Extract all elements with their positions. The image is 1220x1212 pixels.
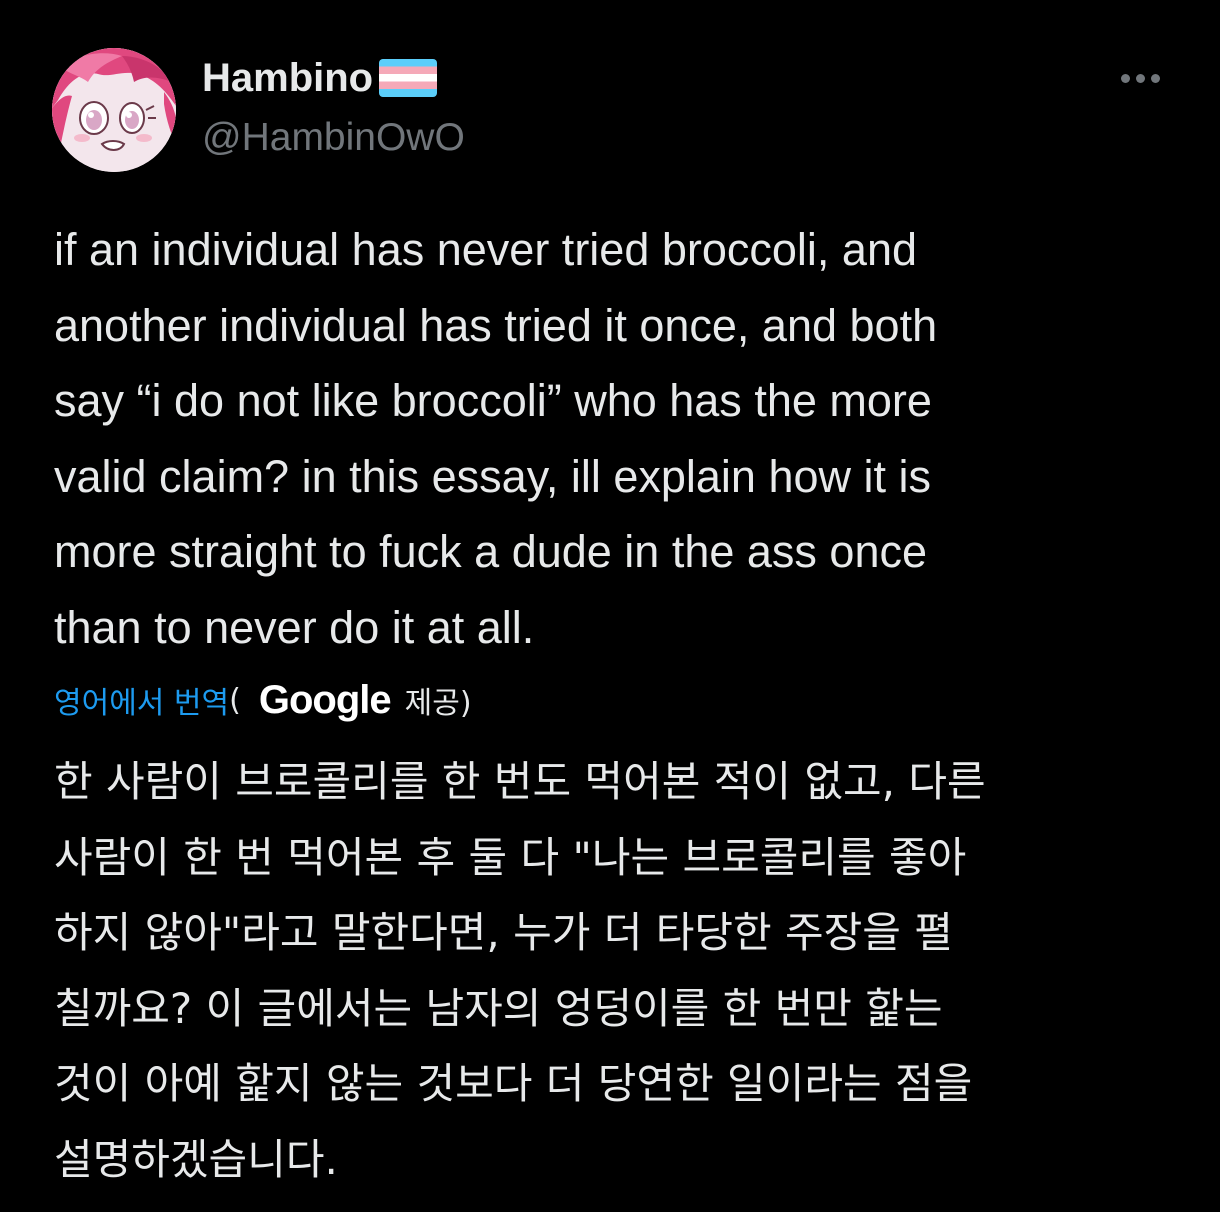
more-dot: [1150, 73, 1160, 83]
translation-attribution: 영어에서 번역 ( Google 제공): [54, 672, 472, 728]
transgender-flag-icon: [379, 59, 438, 97]
translated-text: 한 사람이 브로콜리를 한 번도 먹어본 적이 없고, 다른 사람이 한 번 먹…: [54, 757, 986, 1184]
avatar[interactable]: [52, 48, 176, 172]
more-dot: [1120, 73, 1130, 83]
display-name[interactable]: Hambino: [202, 52, 373, 104]
more-dot: [1135, 73, 1145, 83]
provided-by-label: 제공): [404, 686, 472, 721]
anime-avatar-icon: [52, 48, 176, 172]
tweet-text: if an individual has never tried broccol…: [54, 224, 938, 653]
tweet: Hambino @HambinOwO if an individual has …: [0, 0, 1220, 1212]
translate-link[interactable]: 영어에서 번역: [54, 678, 229, 722]
open-paren: (: [229, 682, 241, 718]
more-options-icon[interactable]: [1108, 56, 1172, 100]
handle[interactable]: @HambinOwO: [202, 112, 465, 164]
display-name-row[interactable]: Hambino: [202, 52, 438, 104]
google-logo: Google: [258, 677, 392, 722]
